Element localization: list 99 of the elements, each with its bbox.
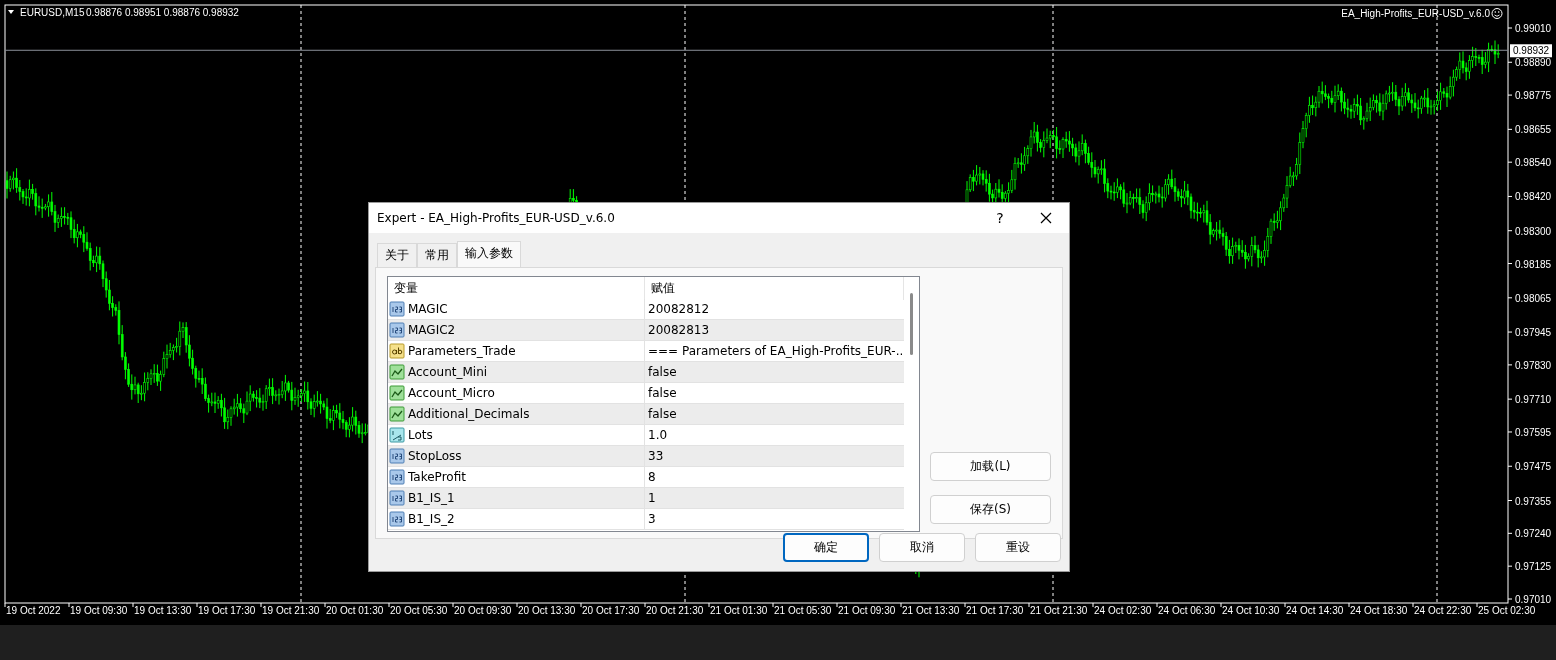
time-label: 20 Oct 13:30 (518, 605, 576, 616)
time-label: 19 Oct 2022 (6, 605, 61, 616)
parameter-name: Parameters_Trade (408, 344, 516, 358)
price-label: 0.97125 (1515, 561, 1552, 573)
parameter-value: 1 (648, 491, 656, 505)
time-label: 20 Oct 05:30 (390, 605, 448, 616)
time-label: 20 Oct 01:30 (326, 605, 384, 616)
price-label: 0.97010 (1515, 594, 1552, 605)
time-label: 21 Oct 13:30 (902, 605, 960, 616)
price-label: 0.98775 (1515, 90, 1552, 102)
time-label: 25 Oct 02:30 (1478, 605, 1536, 616)
parameter-row[interactable]: Account_Mini false (388, 362, 904, 383)
integer-icon (389, 490, 405, 506)
parameter-name: Additional_Decimals (408, 407, 530, 421)
price-label: 0.97475 (1515, 461, 1552, 473)
dialog-button[interactable]: 取消 (879, 533, 965, 562)
time-label: 21 Oct 05:30 (774, 605, 832, 616)
price-label: 0.98655 (1515, 124, 1552, 136)
parameter-value: 20082812 (648, 302, 710, 316)
parameter-value: === Parameters of EA_High-Profits_EUR-... (648, 344, 904, 358)
parameter-name: Account_Micro (408, 386, 495, 400)
time-label: 24 Oct 14:30 (1286, 605, 1344, 616)
fraction-icon (389, 427, 405, 443)
dialog-button[interactable]: 确定 (783, 533, 869, 562)
parameter-name: MAGIC2 (408, 323, 456, 337)
parameter-name: TakeProfit (408, 470, 466, 484)
parameter-row[interactable]: Additional_Decimals false (388, 404, 904, 425)
time-label: 21 Oct 01:30 (710, 605, 768, 616)
parameter-value: 33 (648, 449, 664, 463)
time-label: 21 Oct 17:30 (966, 605, 1024, 616)
bid-price-tag: 0.98932 (1510, 44, 1552, 58)
dialog-button[interactable]: 重设 (975, 533, 1061, 562)
time-label: 19 Oct 17:30 (198, 605, 256, 616)
price-label: 0.98420 (1515, 191, 1552, 203)
parameter-row[interactable]: MAGIC2 20082813 (388, 320, 904, 341)
integer-icon (389, 511, 405, 527)
price-label: 0.97945 (1515, 327, 1552, 339)
parameter-name: B1_IS_1 (408, 491, 455, 505)
boolean-icon (389, 364, 405, 380)
price-label: 0.97595 (1515, 427, 1552, 438)
parameter-value: false (648, 407, 677, 421)
time-label: 24 Oct 10:30 (1222, 605, 1280, 616)
parameter-value: 20082813 (648, 323, 710, 337)
price-label: 0.97710 (1515, 394, 1552, 406)
time-label: 19 Oct 09:30 (70, 605, 128, 616)
dialog-title: Expert - EA_High-Profits_EUR-USD_v.6.0 (377, 211, 616, 225)
parameter-value: 8 (648, 470, 656, 484)
time-label: 24 Oct 06:30 (1158, 605, 1216, 616)
time-label: 19 Oct 21:30 (262, 605, 320, 616)
time-label: 19 Oct 13:30 (134, 605, 192, 616)
time-label: 24 Oct 02:30 (1094, 605, 1152, 616)
price-label: 0.98300 (1515, 225, 1552, 237)
price-label: 0.97355 (1515, 495, 1552, 507)
tab[interactable]: 输入参数 (457, 241, 521, 267)
parameter-row[interactable]: StopLoss 33 (388, 446, 904, 467)
parameter-value: 1.0 (648, 428, 668, 442)
integer-icon (389, 448, 405, 464)
integer-icon (389, 301, 405, 317)
tab[interactable]: 常用 (417, 243, 457, 267)
price-label: 0.97240 (1515, 528, 1552, 540)
boolean-icon (389, 406, 405, 422)
dropdown-triangle-icon[interactable] (8, 10, 14, 14)
parameter-name: Lots (408, 428, 433, 442)
side-button[interactable]: 加载(L) (930, 452, 1051, 481)
parameter-name: StopLoss (408, 449, 462, 463)
parameter-row[interactable]: B1_IS_2 3 (388, 509, 904, 530)
integer-icon (389, 469, 405, 485)
integer-icon (389, 322, 405, 338)
price-label: 0.97830 (1515, 359, 1552, 371)
price-label: 0.99010 (1515, 23, 1552, 34)
parameter-value: false (648, 365, 677, 379)
side-button[interactable]: 保存(S) (930, 495, 1051, 524)
parameter-value: 3 (648, 512, 656, 526)
time-label: 24 Oct 22:30 (1414, 605, 1472, 616)
price-label: 0.98890 (1515, 57, 1552, 69)
parameter-row[interactable]: B1_IS_1 1 (388, 488, 904, 509)
time-label: 24 Oct 18:30 (1350, 605, 1408, 616)
price-label: 0.98540 (1515, 157, 1552, 169)
ohlc-values: 0.98876 0.98951 0.98876 0.98932 (86, 7, 239, 18)
time-label: 21 Oct 09:30 (838, 605, 896, 616)
price-label: 0.98185 (1515, 258, 1552, 270)
parameter-name: B1_IS_2 (408, 512, 455, 526)
close-icon (1040, 212, 1052, 224)
time-label: 20 Oct 21:30 (646, 605, 704, 616)
time-label: 20 Oct 17:30 (582, 605, 640, 616)
parameter-value: false (648, 386, 677, 400)
parameter-name: MAGIC (408, 302, 448, 316)
help-button[interactable]: ? (977, 203, 1023, 233)
symbol-label: EURUSD,M15 (20, 7, 85, 18)
price-label: 0.98065 (1515, 292, 1552, 304)
time-label: 21 Oct 21:30 (1030, 605, 1088, 616)
column-header[interactable]: 变量 (388, 277, 645, 300)
text-type-icon (389, 343, 405, 359)
time-label: 20 Oct 09:30 (454, 605, 512, 616)
boolean-icon (389, 385, 405, 401)
parameter-name: Account_Mini (408, 365, 488, 379)
expert-name: EA_High-Profits_EUR-USD_v.6.0 (1341, 8, 1490, 19)
tab[interactable]: 关于 (377, 243, 417, 267)
smiley-icon[interactable] (1491, 8, 1503, 19)
